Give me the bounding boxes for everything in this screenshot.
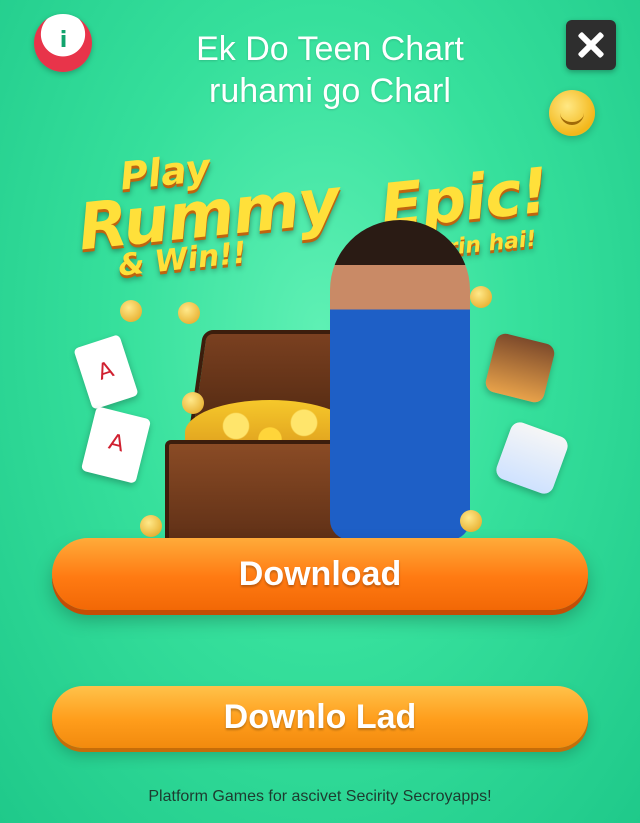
download-button[interactable]: Download: [52, 538, 588, 610]
download-lad-button[interactable]: Downlo Lad: [52, 686, 588, 748]
game-app-icon: [493, 419, 571, 497]
woman-holding-cards-illustration: [330, 220, 470, 540]
coin-icon: [470, 286, 492, 308]
footer-text: Platform Games for ascivet Secirity Secr…: [148, 788, 492, 805]
playing-card-icon: A: [73, 334, 139, 410]
title-line-2: ruhami go Charl: [209, 72, 451, 110]
app-logo-text: i: [59, 28, 68, 53]
app-logo: i: [34, 14, 92, 72]
coin-icon: [178, 302, 200, 324]
playing-card-icon: A: [80, 406, 152, 484]
coin-icon: [182, 392, 204, 414]
close-button[interactable]: [566, 20, 616, 70]
smiley-coin-icon: [549, 90, 595, 136]
game-app-icon: [483, 331, 557, 405]
coin-icon: [120, 300, 142, 322]
coin-icon: [140, 515, 162, 537]
coin-icon: [460, 510, 482, 532]
title-line-1: Ek Do Teen Chart: [196, 30, 464, 68]
